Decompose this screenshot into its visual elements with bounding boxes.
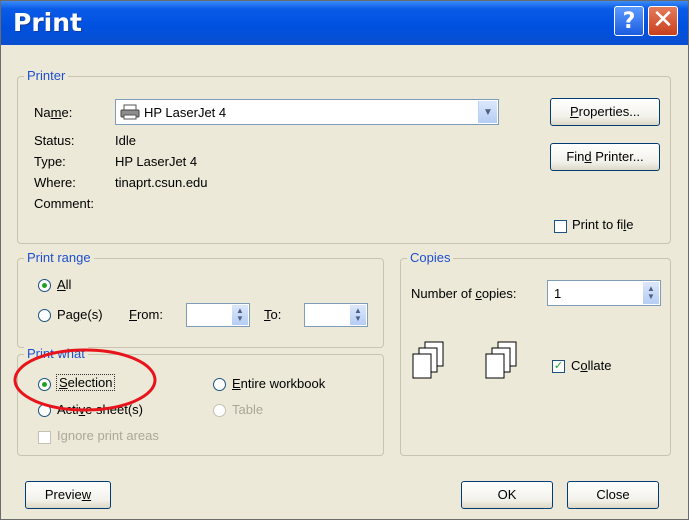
copies-value: 1 (554, 286, 562, 301)
to-spinner[interactable]: ▲ ▼ (304, 303, 368, 327)
radio-pages[interactable] (38, 309, 51, 322)
collate-pages-icon (412, 341, 444, 379)
type-value: HP LaserJet 4 (115, 154, 198, 169)
printer-name-dropdown[interactable]: HP LaserJet 4 ▼ (115, 99, 499, 125)
to-label: To: (264, 307, 282, 322)
close-button[interactable]: Close (567, 481, 659, 509)
printer-icon (120, 104, 140, 120)
printer-legend: Printer (24, 68, 69, 83)
from-spinner-arrows-icon[interactable]: ▲ ▼ (232, 305, 248, 325)
collate-pages-icon (485, 341, 517, 379)
print-range-legend: Print range (24, 250, 94, 265)
window-title: Print (13, 8, 82, 37)
highlight-ellipse (13, 348, 157, 412)
collate-checkbox[interactable]: ✓ (552, 360, 565, 373)
properties-button[interactable]: Properties... (550, 98, 660, 126)
ignore-print-areas-checkbox (38, 431, 51, 444)
table-label: Table (232, 402, 264, 417)
comment-label: Comment: (34, 196, 94, 211)
to-spinner-arrows-icon[interactable]: ▲ ▼ (350, 305, 366, 325)
copies-spinner-arrows-icon[interactable]: ▲ ▼ (643, 282, 659, 304)
help-icon[interactable]: ? (614, 6, 644, 36)
print-dialog: Print ? ✕ Printer Name: HP LaserJet 4 ▼ … (0, 0, 689, 520)
ok-button[interactable]: OK (461, 481, 553, 509)
collate-label[interactable]: Collate (571, 358, 611, 373)
ignore-print-areas-label: Ignore print areas (57, 428, 159, 443)
radio-entire-workbook[interactable] (213, 378, 226, 391)
entire-workbook-label[interactable]: Entire workbook (232, 376, 325, 391)
all-label[interactable]: All (57, 277, 71, 292)
title-bar: Print ? ✕ (1, 1, 688, 45)
where-value: tinaprt.csun.edu (115, 175, 208, 190)
where-label: Where: (34, 175, 76, 190)
type-label: Type: (34, 154, 66, 169)
pages-label[interactable]: Page(s) (57, 307, 103, 322)
copies-spinner[interactable]: 1 ▲ ▼ (547, 280, 661, 306)
preview-button[interactable]: Preview (25, 481, 111, 509)
find-printer-button[interactable]: Find Printer... (550, 143, 660, 171)
status-value: Idle (115, 133, 136, 148)
number-of-copies-label: Number of copies: (411, 286, 517, 301)
name-label: Name: (34, 105, 73, 120)
close-icon[interactable]: ✕ (648, 6, 678, 36)
printer-name-value: HP LaserJet 4 (144, 105, 227, 120)
from-label: From: (129, 307, 163, 322)
from-spinner[interactable]: ▲ ▼ (186, 303, 250, 327)
print-to-file-checkbox[interactable] (554, 220, 567, 233)
radio-table (213, 404, 226, 417)
chevron-down-icon[interactable]: ▼ (478, 101, 497, 123)
status-label: Status: (34, 133, 75, 148)
radio-all[interactable] (38, 279, 51, 292)
copies-legend: Copies (407, 250, 454, 265)
print-to-file-label[interactable]: Print to file (572, 217, 633, 232)
